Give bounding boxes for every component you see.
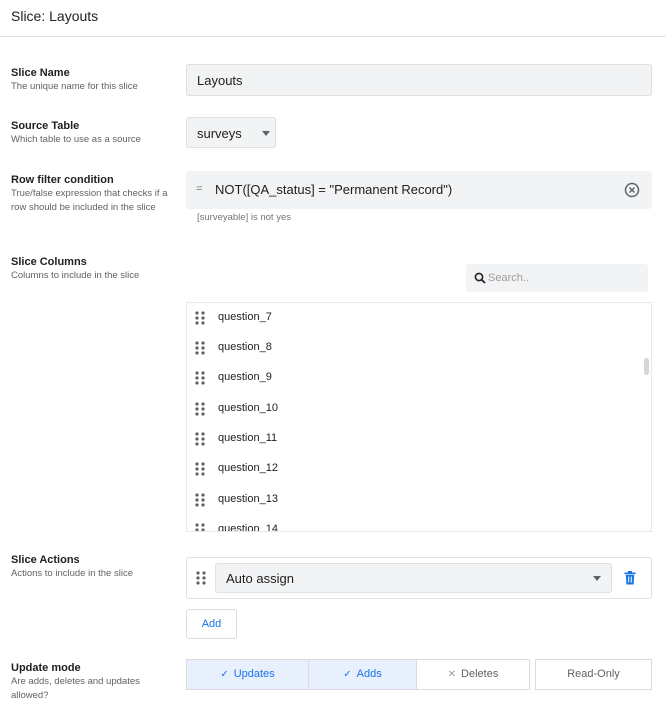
source-table-value: surveys (197, 126, 242, 141)
row-filter-description: True/false expression that checks if a r… (11, 188, 168, 213)
mode-updates-button[interactable]: ✓ Updates (186, 659, 309, 690)
mode-label: Adds (356, 668, 382, 680)
column-item[interactable]: question_11 (187, 424, 637, 454)
source-table-label: Source Table (11, 120, 80, 132)
source-table-description: Which table to use as a source (11, 134, 141, 145)
page-header: Slice: Layouts (0, 0, 666, 37)
drag-handle-icon[interactable] (195, 311, 205, 325)
clear-icon[interactable] (624, 182, 640, 198)
mode-label: Deletes (461, 668, 499, 680)
column-search-box[interactable] (466, 264, 648, 292)
cross-icon: ✕ (447, 669, 457, 680)
mode-label: Read-Only (567, 668, 620, 680)
column-item[interactable]: question_13 (187, 485, 637, 515)
drag-handle-icon[interactable] (195, 371, 205, 385)
update-mode-description: Are adds, deletes and updates allowed? (11, 676, 140, 701)
column-name: question_10 (218, 402, 278, 414)
search-icon (474, 272, 486, 284)
check-icon: ✓ (343, 669, 352, 680)
expression-prefix: = (196, 183, 203, 195)
mode-adds-button[interactable]: ✓ Adds (308, 659, 417, 690)
drag-handle-icon[interactable] (195, 493, 205, 507)
slice-columns-label: Slice Columns (11, 256, 87, 268)
chevron-down-icon (262, 131, 270, 136)
column-item[interactable]: question_14 (187, 515, 637, 532)
column-item[interactable]: question_10 (187, 394, 637, 424)
add-action-button[interactable]: Add (186, 609, 237, 639)
row-filter-expression-field[interactable]: = NOT([QA_status] = "Permanent Record") (186, 171, 652, 209)
slice-name-label: Slice Name (11, 67, 70, 79)
column-item[interactable]: question_9 (187, 363, 637, 393)
column-item[interactable]: question_12 (187, 454, 637, 484)
drag-handle-icon[interactable] (196, 571, 206, 585)
column-item[interactable]: question_7 (187, 303, 637, 333)
drag-handle-icon[interactable] (195, 462, 205, 476)
slice-name-description: The unique name for this slice (11, 81, 138, 92)
column-name: question_12 (218, 462, 278, 474)
page-title: Slice: Layouts (11, 8, 99, 24)
column-search-input[interactable] (488, 268, 638, 288)
drag-handle-icon[interactable] (195, 402, 205, 416)
column-name: question_11 (218, 432, 278, 444)
column-name: question_13 (218, 493, 278, 505)
check-icon: ✓ (220, 669, 229, 680)
slice-action-value: Auto assign (226, 571, 294, 586)
column-name: question_9 (218, 371, 272, 383)
mode-read-only-button[interactable]: Read-Only (535, 659, 652, 690)
mode-label: Updates (233, 668, 275, 680)
column-name: question_7 (218, 311, 272, 323)
slice-columns-list[interactable]: question_7 question_8 question_9 questio… (186, 302, 652, 532)
row-filter-label: Row filter condition (11, 174, 114, 186)
drag-handle-icon[interactable] (195, 341, 205, 355)
column-name: question_14 (218, 523, 278, 532)
column-list-scrollbar[interactable] (644, 358, 649, 375)
trash-icon[interactable] (624, 571, 636, 585)
slice-columns-description: Columns to include in the slice (11, 270, 140, 281)
column-item[interactable]: question_8 (187, 333, 637, 363)
slice-action-select[interactable]: Auto assign (215, 563, 612, 593)
drag-handle-icon[interactable] (195, 523, 205, 532)
column-name: question_8 (218, 341, 272, 353)
mode-deletes-button[interactable]: ✕ Deletes (416, 659, 530, 690)
drag-handle-icon[interactable] (195, 432, 205, 446)
slice-name-value: Layouts (197, 73, 243, 88)
slice-name-input[interactable]: Layouts (186, 64, 652, 96)
slice-actions-label: Slice Actions (11, 554, 80, 566)
row-filter-expression: NOT([QA_status] = "Permanent Record") (215, 182, 453, 197)
update-mode-label: Update mode (11, 662, 81, 674)
row-filter-hint: [surveyable] is not yes (197, 212, 291, 223)
source-table-select[interactable]: surveys (186, 117, 276, 148)
chevron-down-icon (593, 576, 601, 581)
slice-actions-description: Actions to include in the slice (11, 568, 133, 579)
slice-action-row: Auto assign (186, 557, 652, 599)
